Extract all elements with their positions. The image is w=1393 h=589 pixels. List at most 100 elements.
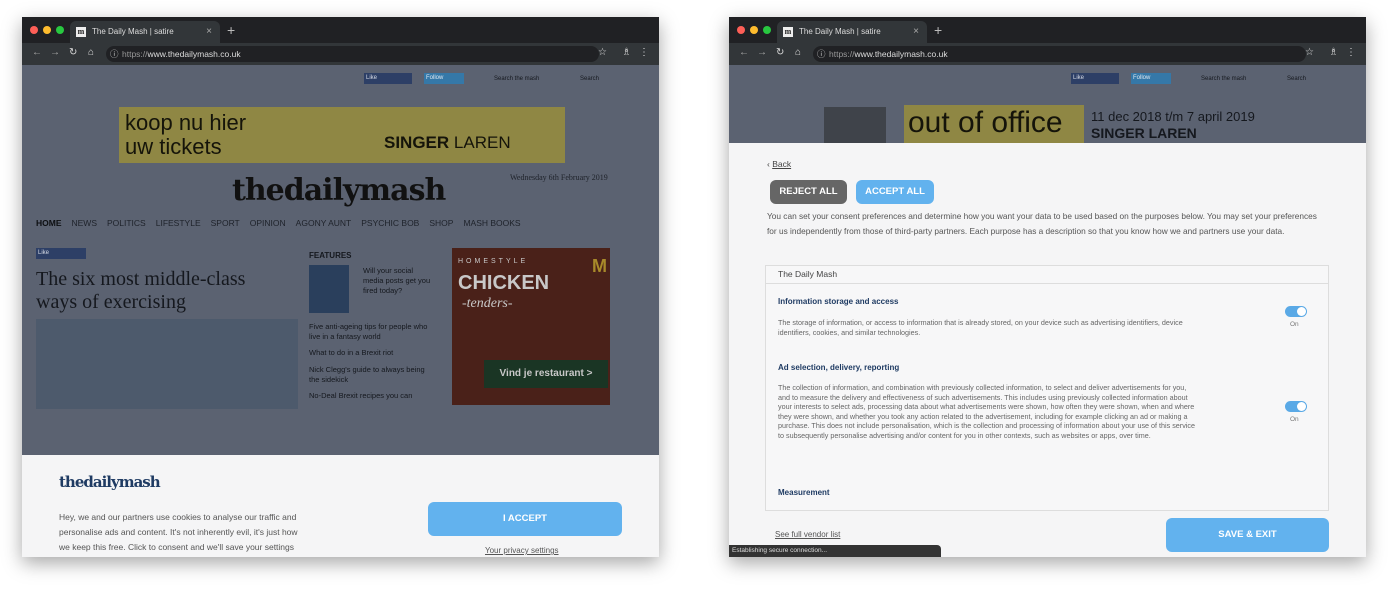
ad-line: koop nu hier <box>125 110 247 135</box>
intro-text: You can set your consent preferences and… <box>767 211 1317 236</box>
purpose-description: The collection of information, and combi… <box>778 383 1195 440</box>
toggle-state: On <box>1290 416 1299 423</box>
ad-dates: 11 dec 2018 t/m 7 april 2019 <box>1091 109 1255 124</box>
back-icon[interactable]: ← <box>739 47 749 58</box>
search-input[interactable]: Search the mash <box>494 76 539 82</box>
favicon-icon: m <box>76 27 86 37</box>
nav-item[interactable]: POLITICS <box>107 218 146 228</box>
url-host: www.thedailymash.co.uk <box>147 49 241 59</box>
nav-item[interactable]: MASH BOOKS <box>463 218 520 228</box>
forward-icon[interactable]: → <box>50 47 60 58</box>
browser-tab[interactable]: m The Daily Mash | satire × <box>777 21 927 43</box>
url-field[interactable]: ⓘ https://www.thedailymash.co.uk <box>106 46 599 62</box>
url-scheme: https:// <box>829 49 855 59</box>
window-controls[interactable] <box>30 26 64 34</box>
headline-image[interactable] <box>36 319 298 409</box>
status-bar: Establishing secure connection... <box>729 545 941 557</box>
home-icon[interactable]: ⌂ <box>88 47 94 58</box>
webpage-dimmed: Like Follow Search the mash Search koop … <box>22 65 659 557</box>
back-link[interactable]: ‹ Back <box>767 159 791 169</box>
twitter-follow-button[interactable]: Follow <box>424 73 464 84</box>
browser-window-left: m The Daily Mash | satire × + ← → ↻ ⌂ ⓘ htt… <box>22 17 659 557</box>
accept-all-button[interactable]: ACCEPT ALL <box>856 180 934 204</box>
bookmark-star-icon[interactable]: ☆ <box>1305 47 1314 58</box>
feature-link[interactable]: Will your social media posts get you fir… <box>363 266 433 296</box>
forward-icon[interactable]: → <box>757 47 767 58</box>
ad-line: uw tickets <box>125 134 222 159</box>
nav-item[interactable]: SPORT <box>211 218 240 228</box>
menu-icon[interactable]: ⋮ <box>1346 47 1356 58</box>
menu-icon[interactable]: ⋮ <box>639 47 649 58</box>
reload-icon[interactable]: ↻ <box>69 47 77 58</box>
search-button[interactable]: Search <box>580 76 599 82</box>
browser-tab[interactable]: m The Daily Mash | satire × <box>70 21 220 43</box>
facebook-like-button[interactable]: Like <box>36 248 86 259</box>
privacy-settings-link[interactable]: Your privacy settings <box>485 546 559 555</box>
vendor-list-link[interactable]: See full vendor list <box>775 530 840 539</box>
window-controls[interactable] <box>737 26 771 34</box>
nav-item[interactable]: LIFESTYLE <box>156 218 201 228</box>
feature-link[interactable]: Nick Clegg's guide to always being the s… <box>309 365 434 385</box>
url-host: www.thedailymash.co.uk <box>854 49 948 59</box>
back-icon[interactable]: ← <box>32 47 42 58</box>
tab-title: The Daily Mash | satire <box>92 27 174 36</box>
feature-link[interactable]: What to do in a Brexit riot <box>309 348 434 357</box>
ad-cta-button[interactable]: Vind je restaurant > <box>484 360 608 388</box>
section-title: The Daily Mash <box>766 266 1328 284</box>
nav-item[interactable]: SHOP <box>429 218 453 228</box>
purpose-toggle[interactable] <box>1285 401 1307 412</box>
info-icon: ⓘ <box>110 49 119 59</box>
feature-link[interactable]: No-Deal Brexit recipes you can <box>309 391 434 400</box>
reload-icon[interactable]: ↻ <box>776 47 784 58</box>
incognito-icon[interactable]: ♗ <box>622 47 631 58</box>
tab-bar: m The Daily Mash | satire × + <box>22 17 659 43</box>
ad-text: CHICKEN <box>458 272 550 294</box>
twitter-follow-button[interactable]: Follow <box>1131 73 1171 84</box>
facebook-like-button[interactable]: Like <box>364 73 412 84</box>
save-exit-button[interactable]: SAVE & EXIT <box>1166 518 1329 552</box>
consent-panel: ‹ Back REJECT ALL ACCEPT ALL You can set… <box>729 143 1366 557</box>
features-title: FEATURES <box>309 251 352 260</box>
back-label: Back <box>772 159 792 169</box>
search-input[interactable]: Search the mash <box>1201 76 1246 82</box>
url-field[interactable]: ⓘ https://www.thedailymash.co.uk <box>813 46 1306 62</box>
purpose-description: The storage of information, or access to… <box>778 318 1183 337</box>
nav-item[interactable]: AGONY AUNT <box>296 218 352 228</box>
address-bar-row: ← → ↻ ⌂ ⓘ https://www.thedailymash.co.uk … <box>22 43 659 65</box>
address-bar-row: ← → ↻ ⌂ ⓘ https://www.thedailymash.co.uk … <box>729 43 1366 65</box>
main-nav: HOME NEWS POLITICS LIFESTYLE SPORT OPINION AGO… <box>36 218 521 228</box>
date: Wednesday 6th February 2019 <box>510 173 608 182</box>
close-tab-icon[interactable]: × <box>913 21 919 43</box>
top-ad[interactable]: koop nu hier uw tickets SINGER LAREN <box>119 107 565 163</box>
nav-item[interactable]: HOME <box>36 218 62 228</box>
new-tab-button[interactable]: + <box>227 22 235 38</box>
accept-button[interactable]: I ACCEPT <box>428 502 622 536</box>
toggle-state: On <box>1290 321 1299 328</box>
ad-brand: SINGER <box>384 133 450 152</box>
nav-item[interactable]: NEWS <box>72 218 98 228</box>
home-icon[interactable]: ⌂ <box>795 47 801 58</box>
facebook-like-button[interactable]: Like <box>1071 73 1119 84</box>
headline[interactable]: The six most middle-class ways of exerci… <box>36 268 286 314</box>
tab-bar: m The Daily Mash | satire × + <box>729 17 1366 43</box>
feature-link[interactable]: Five anti-ageing tips for people who liv… <box>309 322 434 342</box>
close-tab-icon[interactable]: × <box>206 21 212 43</box>
feature-image[interactable] <box>309 265 349 313</box>
nav-item[interactable]: OPINION <box>250 218 286 228</box>
ad-text: HOMESTYLE <box>458 258 529 265</box>
incognito-icon[interactable]: ♗ <box>1329 47 1338 58</box>
purpose-toggle[interactable] <box>1285 306 1307 317</box>
bookmark-star-icon[interactable]: ☆ <box>598 47 607 58</box>
top-ad[interactable]: out of office <box>904 105 1084 143</box>
purpose-title: Information storage and access <box>778 297 899 306</box>
purposes-box: The Daily Mash Information storage and a… <box>765 265 1329 511</box>
nav-item[interactable]: PSYCHIC BOB <box>361 218 419 228</box>
mcdonalds-logo-icon: M <box>592 256 607 276</box>
tab-title: The Daily Mash | satire <box>799 27 881 36</box>
reject-all-button[interactable]: REJECT ALL <box>770 180 847 204</box>
new-tab-button[interactable]: + <box>934 22 942 38</box>
site-logo[interactable]: thedailymash <box>232 173 446 208</box>
browser-window-right: m The Daily Mash | satire × + ← → ↻ ⌂ ⓘ htt… <box>729 17 1366 557</box>
search-button[interactable]: Search <box>1287 76 1306 82</box>
side-ad[interactable]: HOMESTYLE CHICKEN -tenders- M Vind je re… <box>452 248 610 405</box>
